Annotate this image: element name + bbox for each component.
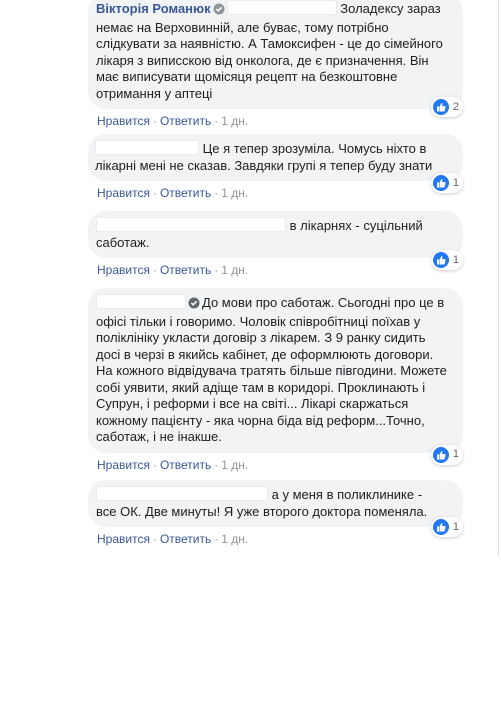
comment-actions: Нравится · Ответить · 1 дн. [97, 263, 249, 277]
comment-item: Це я тепер зрозуміла. Чомусь ніхто в лік… [88, 134, 463, 200]
reaction-count[interactable]: 1 [430, 250, 463, 270]
comment-time[interactable]: 1 дн. [221, 263, 248, 277]
reply-button[interactable]: Ответить [160, 458, 211, 472]
scrollbar-track [498, 0, 499, 556]
reaction-count[interactable]: 1 [430, 517, 463, 537]
like-button[interactable]: Нравится [97, 458, 150, 472]
comment-time[interactable]: 1 дн. [221, 114, 248, 128]
comment-bubble: в лікарнях - суцільний саботаж. 1 [88, 211, 463, 270]
comment-bubble: а у меня в поликлинике - все ОК. Две мин… [88, 480, 463, 537]
reaction-number: 1 [452, 176, 459, 189]
reply-button[interactable]: Ответить [160, 186, 211, 200]
reaction-number: 2 [452, 100, 459, 113]
comment-actions: Нравится · Ответить · 1 дн. [97, 186, 249, 200]
comment-time[interactable]: 1 дн. [221, 532, 248, 546]
reaction-count[interactable]: 1 [430, 173, 463, 193]
like-button[interactable]: Нравится [97, 263, 150, 277]
comment-actions: Нравится · Ответить · 1 дн. [97, 457, 249, 472]
comment-author[interactable]: Вікторія Романюк [96, 1, 211, 16]
comment-bubble: Вікторія Романюк Золадексу зараз немає н… [88, 0, 463, 117]
verified-badge-icon [213, 3, 225, 20]
comment-actions: Нравится · Ответить · 1 дн. [97, 532, 249, 546]
comment-time[interactable]: 1 дн. [221, 186, 248, 200]
reply-button[interactable]: Ответить [160, 114, 211, 128]
reply-button[interactable]: Ответить [160, 532, 211, 546]
comment-item: Вікторія Романюк Золадексу зараз немає н… [88, 0, 463, 128]
redacted-name [96, 486, 268, 501]
redacted-name [226, 0, 337, 15]
like-icon [432, 252, 449, 268]
like-button[interactable]: Нравится [97, 186, 150, 200]
like-button[interactable]: Нравится [97, 532, 150, 546]
reaction-count[interactable]: 1 [430, 444, 463, 465]
comment-item: в лікарнях - суцільний саботаж. 1 Нравит… [88, 211, 463, 277]
reaction-number: 1 [452, 448, 459, 461]
like-icon [432, 446, 449, 463]
reaction-number: 1 [452, 520, 459, 533]
comment-actions: Нравится · Ответить · 1 дн. [97, 114, 249, 128]
verified-badge-icon [188, 297, 200, 314]
comment-item: а у меня в поликлинике - все ОК. Две мин… [88, 480, 463, 546]
like-icon [432, 99, 449, 115]
like-icon [432, 175, 449, 191]
comment-bubble: До мови про саботаж. Сьогодні про це в о… [88, 288, 463, 465]
comment-item: До мови про саботаж. Сьогодні про це в о… [88, 288, 463, 472]
comment-time[interactable]: 1 дн. [221, 458, 248, 472]
like-icon [432, 519, 449, 535]
redacted-name [96, 294, 186, 309]
reaction-count[interactable]: 2 [430, 97, 463, 117]
comment-bubble: Це я тепер зрозуміла. Чомусь ніхто в лік… [88, 134, 463, 193]
like-button[interactable]: Нравится [97, 114, 150, 128]
redacted-name [96, 217, 286, 232]
comment-text: До мови про саботаж. Сьогодні про це в о… [96, 295, 447, 444]
reply-button[interactable]: Ответить [160, 263, 211, 277]
redacted-name [95, 140, 199, 155]
reaction-number: 1 [452, 253, 459, 266]
